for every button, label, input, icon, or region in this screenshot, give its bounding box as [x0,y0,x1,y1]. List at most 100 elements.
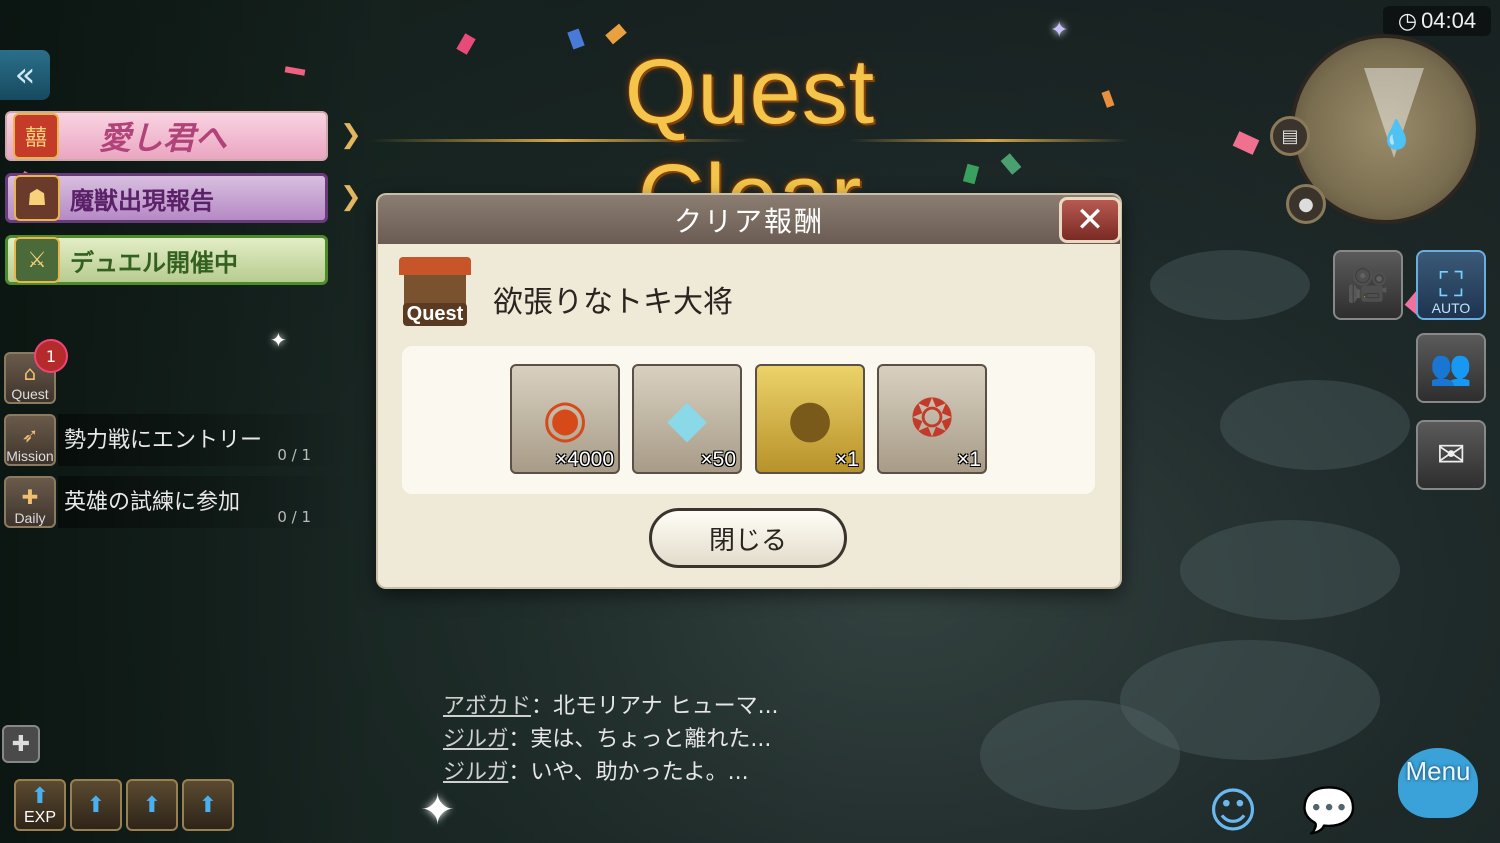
event-banner-label: デュエル開催中 [70,249,238,277]
stepping-stone [980,700,1180,810]
chat-text: ：北モリアナ ヒューマ... [531,694,779,719]
rainbow-gem-icon: ◆ [667,389,707,449]
crossed-swords-icon: ⚔ [14,237,60,283]
chat-button[interactable]: 💬 [1296,784,1362,836]
mission-progress: 0 / 1 [277,446,311,464]
chat-bubble-icon: 💬 [1301,785,1357,836]
stepping-stone [1220,380,1410,470]
reward-item[interactable]: ● ×1 [755,364,865,474]
mail-icon: ✉ [1436,435,1466,475]
mission-bird-icon: ➶ [21,423,39,447]
camera-icon: 🎥 [1346,265,1390,305]
arrow-up-icon: ⬆ [30,783,50,809]
buff-label: EXP [23,808,56,826]
event-banner-beast-report[interactable]: ☗ 魔獣出現報告 [5,173,328,223]
quest-roof [399,257,471,275]
quest-icon-label: Quest [402,303,468,326]
reward-panel: ◉ ×4000 ◆ ×50 ● ×1 ❂ ×1 [402,346,1095,494]
quest-name: 欲張りなトキ大将 [493,285,733,320]
harvest-boost-buff[interactable]: ⬆ [182,779,234,831]
plus-icon: ✚ [11,731,31,757]
camera-button[interactable]: 🎥 [1333,250,1403,320]
clock-time: 04:04 [1421,8,1477,33]
chat-line: ジルガ：いや、助かったよ。... [443,756,779,789]
golden-orb-icon: ● [787,389,833,449]
quest-side-label: Quest [11,386,49,402]
mission-side-label: Mission [6,448,54,464]
sparkle-icon: ✦ [420,785,456,834]
auto-label: AUTO [1431,300,1471,316]
drop-boost-buff[interactable]: ⬆ [126,779,178,831]
close-icon: ✕ [1075,200,1105,240]
fortune-emblem-icon: ❂ [910,389,954,449]
map-icon: ▤ [1281,125,1299,147]
auto-frame-icon: ⛶ [1439,265,1463,305]
chevron-right-icon: ❯ [340,120,362,150]
dialog-title: クリア報酬 [673,204,824,238]
clear-reward-dialog: クリア報酬 ✕ Quest 欲張りなトキ大将 ◉ ×4000 ◆ ×50 ● ×… [378,195,1121,587]
chat-text: ：いや、助かったよ。... [508,760,749,785]
daily-progress: 0 / 1 [277,508,311,526]
daily-book-icon: ✚ [21,485,39,509]
event-banner-love[interactable]: 囍 愛し君へ [5,111,328,161]
chat-line: ジルガ：実は、ちょっと離れた... [443,723,779,756]
party-group-icon: 👥 [1429,348,1473,388]
arrow-up-chest-icon: ⬆ [142,792,162,818]
mail-friends-button[interactable]: ✉ [1416,420,1486,490]
emote-button[interactable]: ☺ [1196,782,1270,840]
menu-label: Menu [1405,756,1471,786]
close-button[interactable]: 閉じる [649,508,847,568]
reward-quantity: ×1 [835,448,859,471]
beast-mask-icon: ☗ [14,175,60,221]
chevron-right-icon: ❯ [340,182,362,212]
event-banner-label: 魔獣出現報告 [70,187,214,215]
exp-boost-buff[interactable]: ⬆ EXP [14,779,66,831]
map-toggle-button[interactable]: ▤ [1270,116,1310,156]
mission-side-button[interactable]: ➶ Mission [4,414,56,466]
sparkle-icon: ✦ [1050,18,1069,43]
event-banner-label: 愛し君へ [99,119,228,157]
menu-button[interactable]: Menu [1382,740,1494,840]
notification-badge: 1 [34,339,68,373]
chat-speaker[interactable]: アボカド [443,694,531,719]
reward-quantity: ×4000 [555,448,614,471]
daily-title: 英雄の試練に参加 [64,490,241,515]
reward-quantity: ×50 [700,448,736,471]
chat-speaker[interactable]: ジルガ [443,760,508,785]
arrow-up-coin-icon: ⬆ [86,792,106,818]
chat-text: ：実は、ちょっと離れた... [508,727,772,752]
reward-item[interactable]: ◉ ×4000 [510,364,620,474]
double-chevron-left-icon: « [14,55,36,95]
mission-row[interactable]: 勢力戦にエントリー 0 / 1 [58,414,353,466]
red-knot-coin-icon: ◉ [542,389,588,449]
chat-speaker[interactable]: ジルガ [443,727,508,752]
pet-button[interactable]: ● [1286,184,1326,224]
back-button[interactable]: « [0,50,50,100]
mission-title: 勢力戦にエントリー [64,428,263,453]
quest-house-icon: ⌂ [23,361,37,385]
smiley-face-icon: ☺ [1207,783,1259,839]
daily-side-label: Daily [14,510,46,526]
expand-buffs-button[interactable]: ✚ [2,725,40,763]
stepping-stone [1180,520,1400,620]
sparkle-icon: ✦ [270,328,287,352]
event-emblem-icon: 囍 [13,113,59,159]
chat-log[interactable]: アボカド：北モリアナ ヒューマ... ジルガ：実は、ちょっと離れた... ジルガ… [443,690,779,789]
chat-line: アボカド：北モリアナ ヒューマ... [443,690,779,723]
player-marker-icon: 💧 [1379,118,1414,151]
dialog-header: クリア報酬 [378,195,1120,244]
party-button[interactable]: 👥 [1416,333,1486,403]
stepping-stone [1150,250,1310,320]
coin-boost-buff[interactable]: ⬆ [70,779,122,831]
auto-button[interactable]: ⛶ AUTO [1416,250,1486,320]
pet-face-icon: ● [1298,193,1314,215]
arrow-up-rake-icon: ⬆ [198,792,218,818]
reward-item[interactable]: ◆ ×50 [632,364,742,474]
close-x-button[interactable]: ✕ [1059,197,1121,243]
daily-side-button[interactable]: ✚ Daily [4,476,56,528]
event-banner-duel[interactable]: ⚔ デュエル開催中 [5,235,328,285]
daily-row[interactable]: 英雄の試練に参加 0 / 1 [58,476,353,528]
clock: ◷ 04:04 [1383,6,1491,36]
reward-item[interactable]: ❂ ×1 [877,364,987,474]
clock-icon: ◷ [1397,8,1418,33]
